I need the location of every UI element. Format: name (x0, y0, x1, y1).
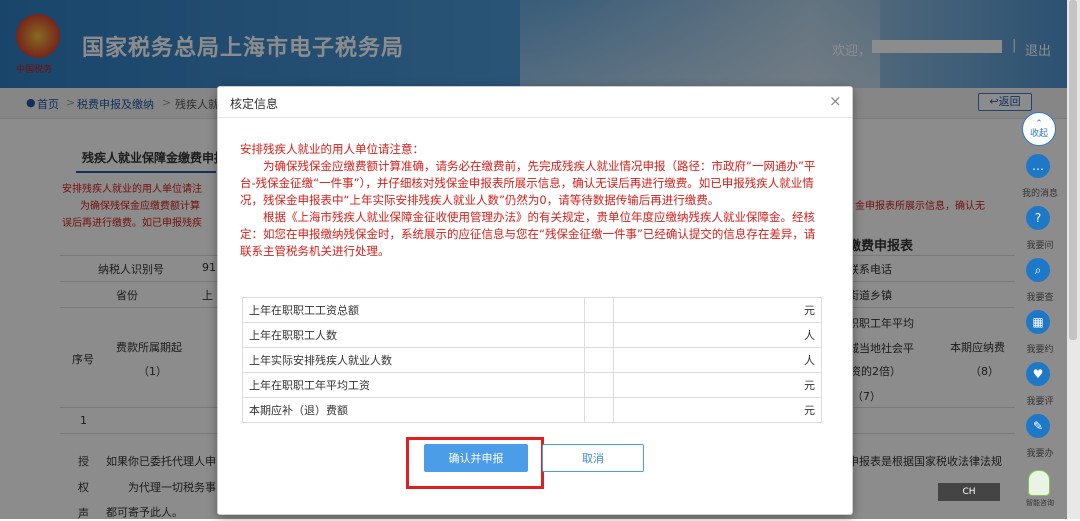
verified-info-table: 上年在职职工工资总额 元 上年在职职工人数 人 上年实际安排残疾人就业人数 人 … (241, 297, 822, 423)
edit-icon[interactable]: ✎ (1026, 414, 1050, 438)
row-label: 上年在职职工工资总额 (241, 297, 586, 323)
collapse-button[interactable]: ⌃ 收起 (1022, 112, 1056, 146)
row-value (584, 347, 614, 373)
dialog-title: 核定信息 (230, 97, 279, 111)
chevron-up-icon: ⌃ (1035, 119, 1043, 129)
assistant-caption: 智能咨询 (1026, 499, 1054, 507)
collapse-label: 收起 (1029, 129, 1048, 139)
notice-heading: 安排残疾人就业的用人单位请注意： (240, 142, 424, 156)
row-unit: 元 (613, 372, 822, 398)
row-unit: 人 (613, 322, 822, 348)
row-label: 上年实际安排残疾人就业人数 (241, 347, 586, 373)
table-row: 上年在职职工工资总额 元 (241, 297, 822, 323)
search-icon[interactable]: ⌕ (1026, 258, 1050, 282)
verification-dialog: 核定信息 × 安排残疾人就业的用人单位请注意： 为确保残保金应缴费额计算准确，请… (217, 86, 853, 515)
ime-indicator: CH (938, 483, 1000, 501)
sidebar-item-ask[interactable]: 我要问 (1018, 238, 1062, 251)
row-value (584, 297, 614, 323)
sidebar-item-handle[interactable]: 我要办 (1018, 446, 1062, 459)
question-icon[interactable]: ? (1026, 206, 1050, 230)
rate-icon[interactable]: ♥ (1026, 362, 1050, 386)
cancel-button[interactable]: 取消 (542, 444, 644, 472)
sidebar-item-query[interactable]: 我要查 (1018, 290, 1062, 303)
notice-paragraph: 为确保残保金应缴费额计算准确，请务必在缴费前，先完成残疾人就业情况申报（路径：市… (240, 159, 816, 207)
row-unit: 元 (613, 297, 822, 323)
dialog-header: 核定信息 × (218, 87, 852, 118)
notice-paragraph: 根据《上海市残疾人就业保障金征收使用管理办法》的有关规定，贵单位年度应缴纳残疾人… (240, 210, 816, 258)
row-value (584, 322, 614, 348)
scrollbar-thumb[interactable] (1069, 0, 1077, 340)
row-unit: 人 (613, 347, 822, 373)
row-label: 上年在职职工人数 (241, 322, 586, 348)
sidebar-item-my-messages[interactable]: 我的消息 (1018, 186, 1062, 199)
sidebar-item-rate[interactable]: 我要评 (1018, 394, 1062, 407)
table-row: 上年在职职工人数 人 (241, 322, 822, 348)
row-value (584, 397, 614, 423)
close-icon[interactable]: × (829, 92, 842, 110)
table-row: 上年实际安排残疾人就业人数 人 (241, 347, 822, 373)
row-value (584, 372, 614, 398)
row-label: 本期应补（退）费额 (241, 397, 586, 423)
row-unit: 元 (613, 397, 822, 423)
calendar-icon[interactable]: ▦ (1026, 310, 1050, 334)
table-row: 本期应补（退）费额 元 (241, 397, 822, 423)
row-label: 上年在职职工年平均工资 (241, 372, 586, 398)
message-icon[interactable]: … (1026, 154, 1050, 178)
robot-assistant-icon[interactable] (1028, 470, 1050, 496)
table-row: 上年在职职工年平均工资 元 (241, 372, 822, 398)
service-sidebar: ⌃ 收起 … 我的消息 ? 我要问 ⌕ 我要查 ▦ 我要约 ♥ 我要评 ✎ 我要办… (1016, 108, 1066, 519)
confirm-and-declare-button[interactable]: 确认并申报 (424, 444, 528, 472)
dialog-notice: 安排残疾人就业的用人单位请注意： 为确保残保金应缴费额计算准确，请务必在缴费前，… (240, 141, 826, 260)
sidebar-item-appointment[interactable]: 我要约 (1018, 342, 1062, 355)
